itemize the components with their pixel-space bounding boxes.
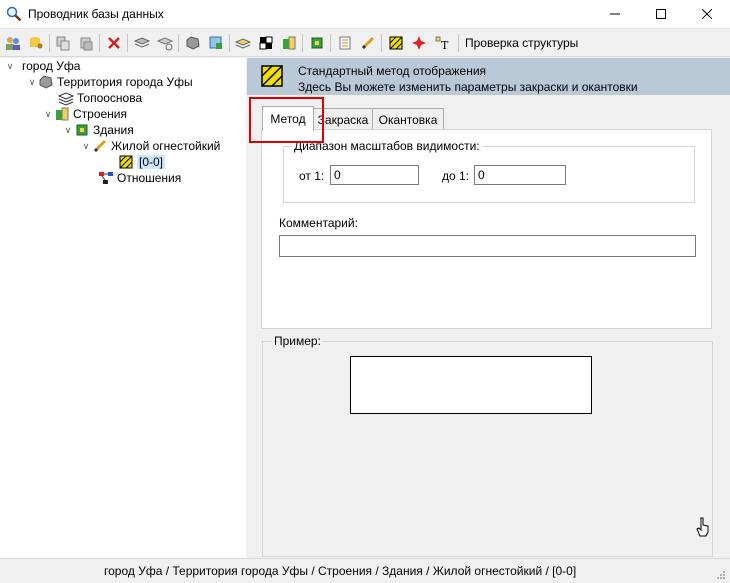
territory-icon[interactable] [183, 33, 203, 53]
map-edit-icon[interactable] [206, 33, 226, 53]
stack-icon[interactable] [233, 33, 253, 53]
tree-item-topobase[interactable]: Топооснова [46, 90, 142, 106]
red-star-icon[interactable] [409, 33, 429, 53]
scale-from-input[interactable] [330, 165, 419, 185]
method-header: Стандартный метод отображения Здесь Вы м… [247, 58, 730, 95]
tree-item-range[interactable]: [0-0] [118, 154, 166, 170]
layers-link-icon[interactable] [155, 33, 175, 53]
layers-icon[interactable] [132, 33, 152, 53]
pencil-icon[interactable] [358, 33, 378, 53]
preview-group: Пример: [262, 334, 713, 557]
hatch-fill-icon [118, 154, 134, 170]
buildings-icon [54, 106, 70, 122]
scale-from-label: от 1: [299, 169, 325, 183]
database-key-icon[interactable] [26, 33, 46, 53]
hatch-fill-icon[interactable] [386, 33, 406, 53]
title-bar: Проводник базы данных [0, 0, 730, 29]
tree-view: ∨ город Уфа ∨ Территория города Уфы Топо… [0, 58, 246, 558]
chevron-down-icon[interactable]: ∨ [80, 141, 92, 152]
tree-item-buildings[interactable]: ∨ Здания [62, 122, 134, 138]
method-subtitle: Здесь Вы можете изменить параметры закра… [298, 80, 638, 94]
buildings-icon[interactable] [279, 33, 299, 53]
highlight-frame [249, 97, 324, 143]
status-path: город Уфа / Территория города Уфы / Стро… [104, 564, 577, 578]
check-structure-button[interactable]: Проверка структуры [465, 36, 578, 50]
scale-range-group: Диапазон масштабов видимости: от 1: до 1… [283, 139, 695, 203]
tab-outline[interactable]: Окантовка [372, 108, 444, 131]
svg-text:T: T [441, 39, 449, 51]
method-tab-panel: Диапазон масштабов видимости: от 1: до 1… [261, 129, 712, 329]
checkerboard-icon[interactable] [256, 33, 276, 53]
maximize-button[interactable] [638, 0, 684, 28]
tree-item-structures[interactable]: ∨ Строения [42, 106, 127, 122]
scale-to-label: до 1: [442, 169, 470, 183]
chevron-down-icon[interactable]: ∨ [62, 125, 74, 136]
territory-icon [38, 74, 54, 90]
building-icon [74, 122, 90, 138]
preview-canvas [350, 356, 592, 414]
app-magnifier-icon [6, 6, 22, 22]
status-bar: город Уфа / Территория города Уфы / Стро… [0, 558, 730, 581]
window-title: Проводник базы данных [28, 7, 164, 21]
hatch-fill-icon [261, 65, 283, 87]
minimize-button[interactable] [592, 0, 638, 28]
tree-item-residential[interactable]: ∨ Жилой огнестойкий [80, 138, 221, 154]
preview-label: Пример: [272, 334, 323, 348]
relations-icon [98, 170, 114, 186]
mouse-cursor-icon [696, 517, 710, 537]
users-icon[interactable] [3, 33, 23, 53]
tree-item-territory[interactable]: ∨ Территория города Уфы [26, 74, 193, 90]
resize-grip-icon[interactable] [716, 569, 726, 579]
layers-icon [57, 90, 75, 106]
comment-label: Комментарий: [279, 216, 358, 230]
pencil-icon [92, 138, 108, 154]
method-title: Стандартный метод отображения [298, 64, 487, 78]
document-icon[interactable] [335, 33, 355, 53]
delete-icon[interactable] [104, 33, 124, 53]
chevron-down-icon[interactable]: ∨ [42, 109, 54, 120]
copy-icon[interactable] [53, 33, 73, 53]
building-icon[interactable] [307, 33, 327, 53]
tree-item-relations[interactable]: Отношения [98, 170, 181, 186]
paste-icon[interactable] [76, 33, 96, 53]
comment-input[interactable] [279, 235, 696, 257]
scale-to-input[interactable] [474, 165, 566, 185]
toolbar: T Проверка структуры [0, 30, 730, 57]
close-button[interactable] [684, 0, 730, 28]
chevron-down-icon[interactable]: ∨ [26, 77, 38, 88]
tree-item-city[interactable]: ∨ город Уфа [4, 58, 81, 74]
chevron-down-icon[interactable]: ∨ [4, 61, 16, 72]
text-style-icon[interactable]: T [432, 33, 452, 53]
